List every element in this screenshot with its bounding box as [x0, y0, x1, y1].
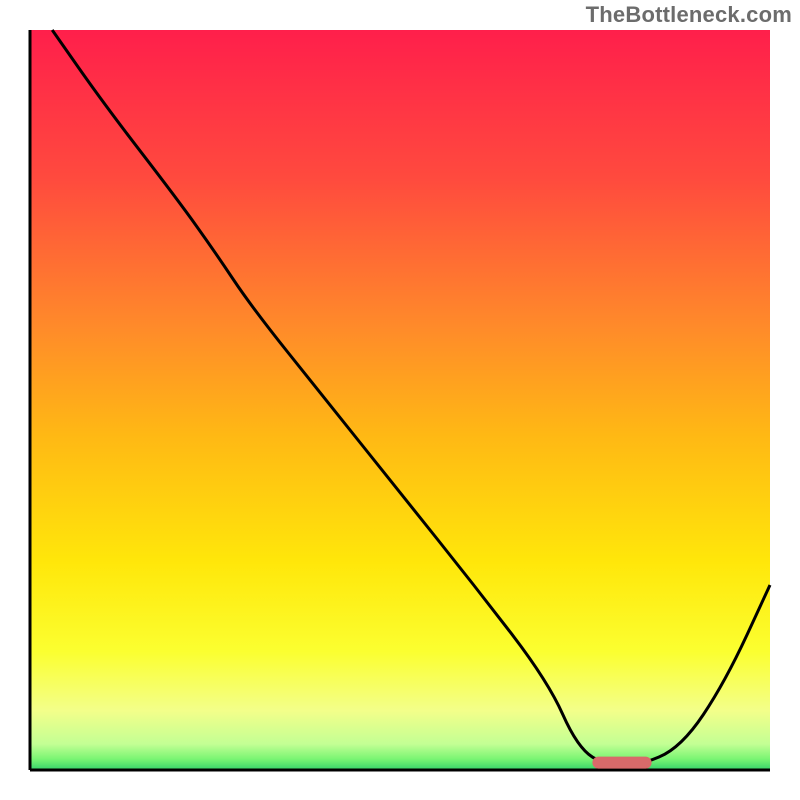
- bottleneck-chart: [0, 0, 800, 800]
- chart-background: [30, 30, 770, 770]
- optimal-zone-marker: [592, 757, 651, 769]
- watermark-label: TheBottleneck.com: [586, 2, 792, 28]
- chart-container: TheBottleneck.com: [0, 0, 800, 800]
